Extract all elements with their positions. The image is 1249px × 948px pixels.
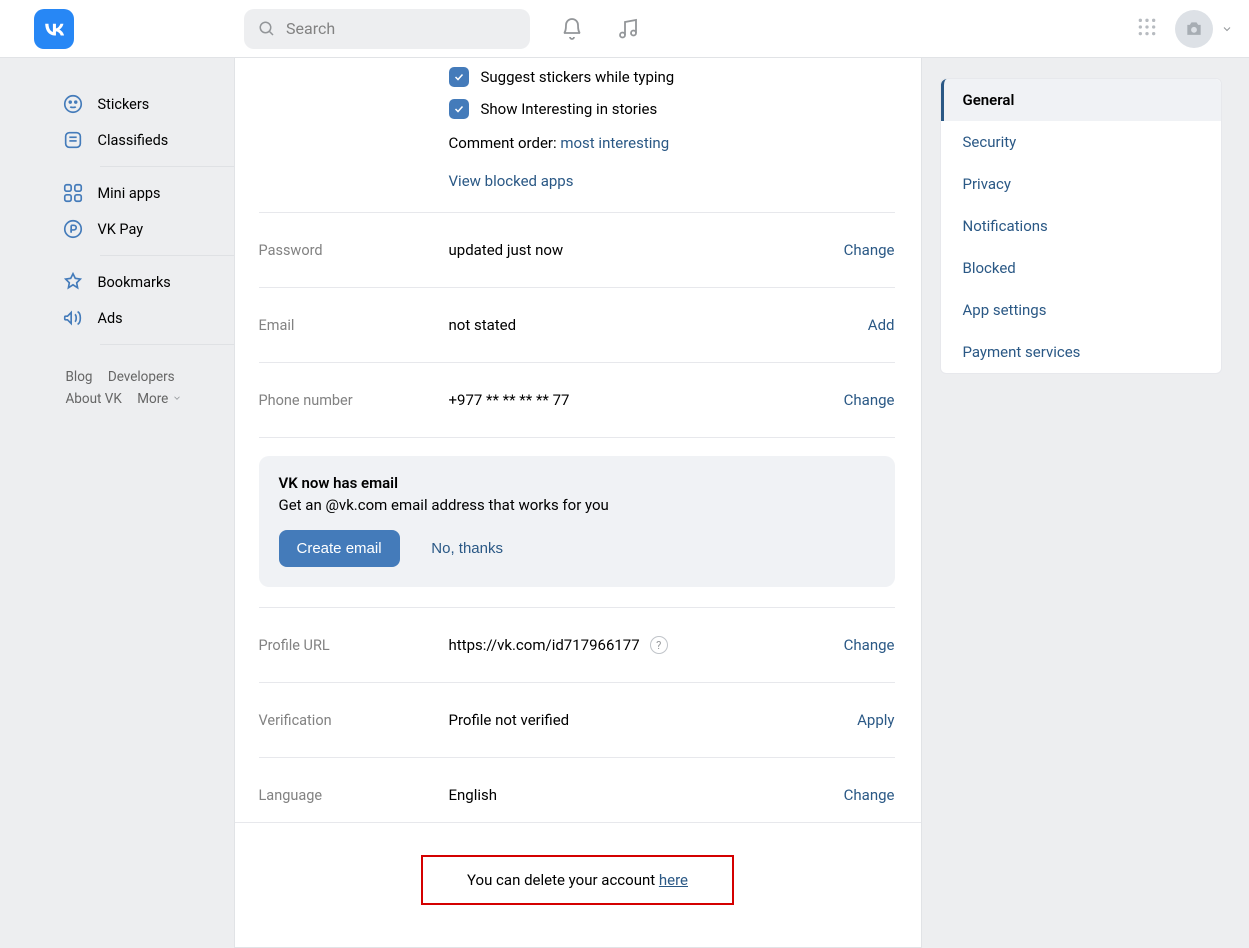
email-section: Email not stated Add [259, 287, 895, 362]
checkbox-checked-icon [449, 99, 469, 119]
view-blocked-apps-link[interactable]: View blocked apps [449, 172, 574, 190]
delete-account-highlight: You can delete your account here [421, 855, 734, 905]
email-value: not stated [449, 316, 868, 334]
phone-change-link[interactable]: Change [844, 391, 895, 409]
footer-about[interactable]: About VK [66, 391, 122, 407]
password-label: Password [259, 242, 449, 259]
sticker-icon [62, 93, 84, 115]
phone-value: +977 ** ** ** ** 77 [449, 391, 844, 409]
nav-separator [100, 166, 248, 167]
delete-account-link[interactable]: here [659, 871, 688, 889]
setting-label: Show Interesting in stories [481, 100, 658, 118]
language-change-link[interactable]: Change [844, 786, 895, 804]
comment-order-row: Comment order: most interesting [259, 134, 895, 152]
tab-notifications[interactable]: Notifications [941, 205, 1221, 247]
tab-general[interactable]: General [941, 79, 1221, 121]
tab-blocked[interactable]: Blocked [941, 247, 1221, 289]
checkbox-checked-icon [449, 67, 469, 87]
sidebar-item-bookmarks[interactable]: Bookmarks [62, 264, 234, 300]
sidebar-label: Stickers [98, 96, 150, 113]
ads-icon [62, 307, 84, 329]
sidebar-item-ads[interactable]: Ads [62, 300, 234, 336]
footer-developers[interactable]: Developers [108, 369, 175, 385]
language-value: English [449, 786, 844, 804]
sidebar-item-vkpay[interactable]: VK Pay [62, 211, 234, 247]
sidebar-item-miniapps[interactable]: Mini apps [62, 175, 234, 211]
sidebar-label: Classifieds [98, 132, 169, 149]
sidebar-label: Mini apps [98, 185, 161, 202]
nav-separator [100, 344, 248, 345]
avatar [1175, 10, 1213, 48]
page: Stickers Classifieds Mini apps VK Pay Bo… [0, 58, 1249, 948]
services-grid-icon[interactable] [1137, 17, 1157, 41]
url-change-link[interactable]: Change [844, 636, 895, 654]
comment-order-value[interactable]: most interesting [560, 134, 669, 152]
top-icons [560, 17, 640, 41]
phone-section: Phone number +977 ** ** ** ** 77 Change [259, 362, 895, 437]
settings-panel: Suggest stickers while typing Show Inter… [234, 58, 922, 948]
email-promo: VK now has email Get an @vk.com email ad… [259, 456, 895, 587]
tab-privacy[interactable]: Privacy [941, 163, 1221, 205]
sidebar-label: Ads [98, 310, 123, 327]
language-label: Language [259, 787, 449, 804]
comment-order-label: Comment order: [449, 134, 561, 152]
password-section: Password updated just now Change [259, 212, 895, 287]
profile-url-section: Profile URL https://vk.com/id717966177 ?… [259, 607, 895, 682]
help-icon[interactable]: ? [650, 636, 668, 654]
email-label: Email [259, 317, 449, 334]
language-section: Language English Change [259, 757, 895, 822]
url-id: id717966177 [552, 636, 640, 654]
sidebar-item-classifieds[interactable]: Classifieds [62, 122, 234, 158]
search-placeholder: Search [286, 19, 335, 38]
sidebar-item-stickers[interactable]: Stickers [62, 86, 234, 122]
notifications-icon[interactable] [560, 17, 584, 41]
no-thanks-button[interactable]: No, thanks [431, 540, 503, 557]
setting-suggest-stickers[interactable]: Suggest stickers while typing [259, 64, 895, 90]
nav-separator [100, 255, 248, 256]
tab-app-settings[interactable]: App settings [941, 289, 1221, 331]
url-label: Profile URL [259, 637, 449, 654]
search-input[interactable]: Search [244, 9, 530, 49]
camera-icon [1184, 19, 1204, 39]
top-bar: Search [0, 0, 1249, 58]
chevron-down-icon [1221, 23, 1233, 35]
footer-more-label: More [137, 391, 168, 407]
promo-desc: Get an @vk.com email address that works … [279, 496, 875, 514]
footer-blog[interactable]: Blog [66, 369, 93, 385]
classifieds-icon [62, 129, 84, 151]
sidebar-label: VK Pay [98, 221, 144, 238]
phone-label: Phone number [259, 392, 449, 409]
setting-show-interesting[interactable]: Show Interesting in stories [259, 96, 895, 122]
create-email-button[interactable]: Create email [279, 530, 400, 567]
verification-section: Verification Profile not verified Apply [259, 682, 895, 757]
password-change-link[interactable]: Change [844, 241, 895, 259]
tab-payment-services[interactable]: Payment services [941, 331, 1221, 373]
verification-value: Profile not verified [449, 711, 858, 729]
left-nav: Stickers Classifieds Mini apps VK Pay Bo… [28, 58, 234, 948]
vk-logo[interactable] [34, 9, 74, 49]
top-right [1137, 10, 1233, 48]
verification-apply-link[interactable]: Apply [857, 711, 894, 729]
bookmark-icon [62, 271, 84, 293]
setting-label: Suggest stickers while typing [481, 68, 675, 86]
settings-tabs: General Security Privacy Notifications B… [940, 78, 1222, 374]
profile-menu[interactable] [1175, 10, 1233, 48]
miniapps-icon [62, 182, 84, 204]
verification-label: Verification [259, 712, 449, 729]
footer-more[interactable]: More [137, 391, 181, 407]
chevron-down-icon [172, 393, 182, 403]
url-value: https://vk.com/id717966177 ? [449, 636, 844, 654]
vkpay-icon [62, 218, 84, 240]
tab-security[interactable]: Security [941, 121, 1221, 163]
search-icon [258, 20, 276, 38]
email-add-link[interactable]: Add [868, 316, 895, 334]
password-value: updated just now [449, 241, 844, 259]
sidebar-label: Bookmarks [98, 274, 171, 291]
promo-title: VK now has email [279, 474, 875, 492]
nav-footer: Blog Developers About VK More [62, 369, 234, 407]
delete-text: You can delete your account [467, 871, 659, 889]
music-icon[interactable] [616, 17, 640, 41]
url-prefix: https://vk.com/ [449, 636, 552, 654]
